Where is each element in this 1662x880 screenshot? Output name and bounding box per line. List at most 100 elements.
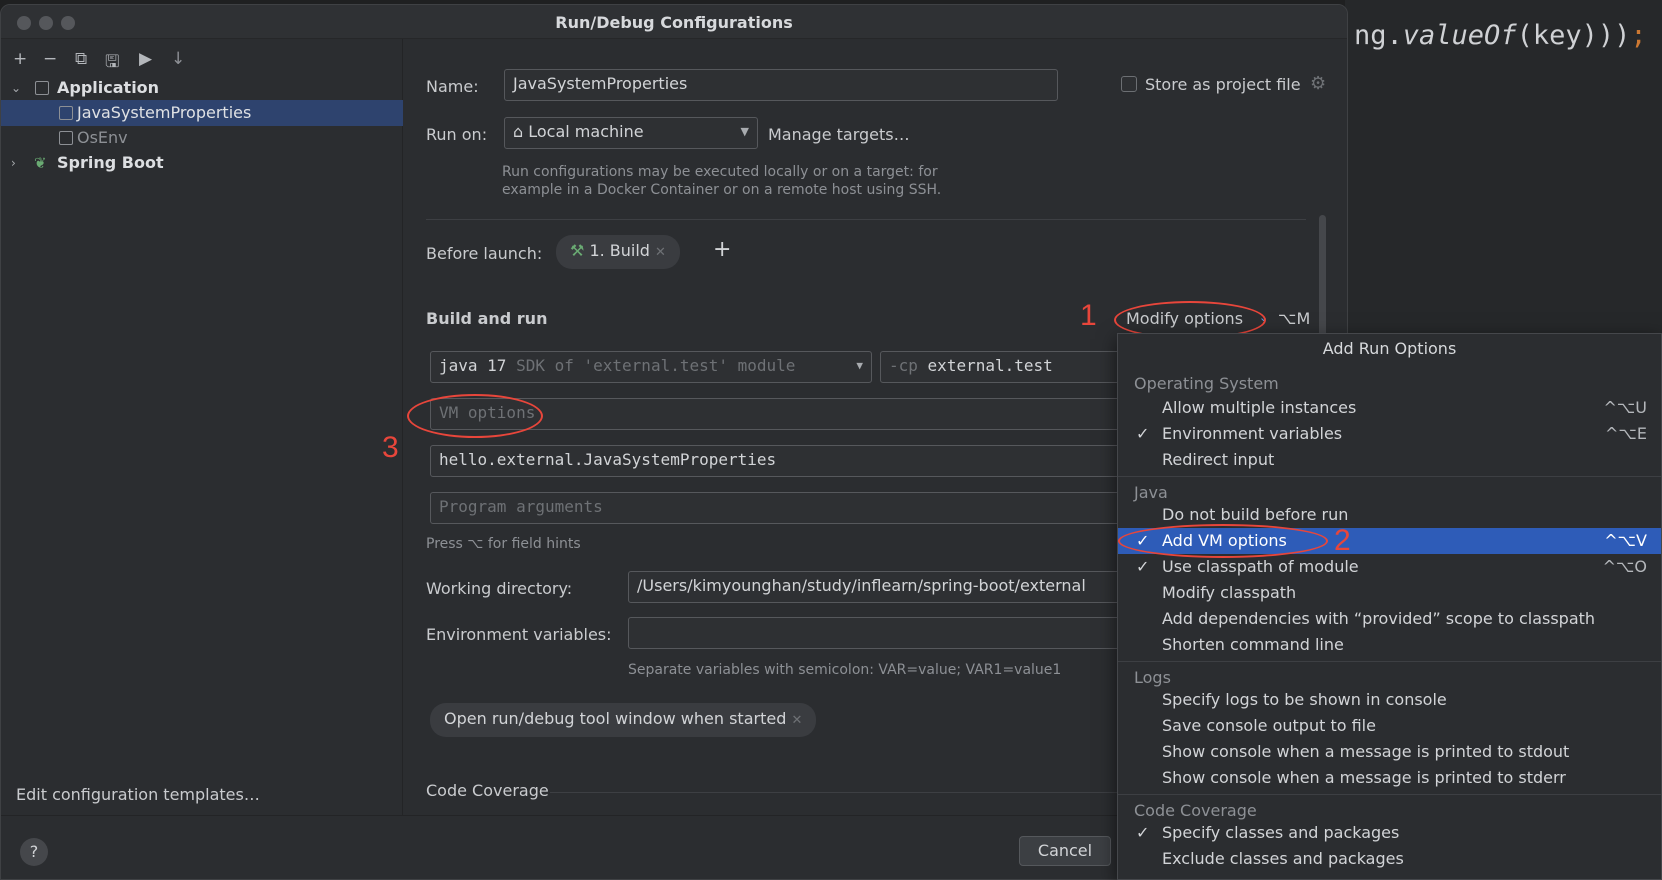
copy-configuration-button[interactable]: ⧉ <box>75 49 87 69</box>
open-tool-window-chip[interactable]: Open run/debug tool window when started … <box>430 703 817 737</box>
tree-item-spring-boot[interactable]: › ❦ Spring Boot <box>1 150 403 176</box>
run-on-hint-line2: example in a Docker Container or on a re… <box>502 182 942 198</box>
option-allow-multiple-instances[interactable]: Allow multiple instances ^⌥U <box>1118 395 1661 421</box>
option-environment-variables[interactable]: ✓ Environment variables ^⌥E <box>1118 421 1661 447</box>
store-as-project-file-checkbox[interactable] <box>1121 76 1137 92</box>
name-input[interactable]: JavaSystemProperties <box>504 69 1058 101</box>
option-show-console-stdout[interactable]: Show console when a message is printed t… <box>1118 739 1661 765</box>
option-save-console-output[interactable]: Save console output to file <box>1118 713 1661 739</box>
add-configuration-button[interactable]: + <box>13 49 27 69</box>
option-label: Save console output to file <box>1162 716 1376 735</box>
annotation-ring-3 <box>407 394 543 438</box>
option-redirect-input[interactable]: Redirect input <box>1118 447 1661 473</box>
manage-targets-link[interactable]: Manage targets… <box>768 125 910 144</box>
code-coverage-heading: Code Coverage <box>426 781 549 800</box>
group-heading-code-coverage: Code Coverage <box>1134 801 1257 820</box>
tree-item-osenv[interactable]: OsEnv <box>1 125 403 151</box>
option-label: Use classpath of module <box>1162 557 1359 576</box>
option-show-console-stderr[interactable]: Show console when a message is printed t… <box>1118 765 1661 791</box>
option-shorten-command-line[interactable]: Shorten command line <box>1118 632 1661 658</box>
close-icon[interactable]: ✕ <box>791 713 802 728</box>
chevron-down-icon: ▼ <box>740 125 749 138</box>
tree-item-label: OsEnv <box>77 128 128 147</box>
name-label: Name: <box>426 77 479 96</box>
divider <box>1118 794 1661 795</box>
dialog-title: Run/Debug Configurations <box>555 13 793 32</box>
run-on-label: Run on: <box>426 125 488 144</box>
edit-configuration-templates-link[interactable]: Edit configuration templates… <box>16 785 260 804</box>
sdk-dropdown[interactable]: java 17 SDK of 'external.test' module ▼ <box>430 351 872 383</box>
program-arguments-input[interactable]: Program arguments <box>430 492 1120 524</box>
option-label: Environment variables <box>1162 424 1343 443</box>
environment-variables-label: Environment variables: <box>426 625 612 644</box>
checkmark-icon: ✓ <box>1136 823 1150 842</box>
option-shortcut: ^⌥E <box>1605 424 1647 443</box>
home-icon: ⌂ <box>513 122 529 141</box>
divider <box>1118 661 1661 662</box>
option-shortcut: ^⌥U <box>1603 398 1647 417</box>
option-use-classpath-of-module[interactable]: ✓ Use classpath of module ^⌥O <box>1118 554 1661 580</box>
add-run-options-popup: Add Run Options Operating System Allow m… <box>1117 333 1662 880</box>
classpath-module-field[interactable]: -cp external.test <box>880 351 1120 383</box>
application-config-icon <box>59 106 73 120</box>
option-label: Show console when a message is printed t… <box>1162 768 1566 787</box>
option-shortcut: ^⌥O <box>1602 557 1647 576</box>
remove-configuration-button[interactable]: − <box>43 49 57 69</box>
option-label: Shorten command line <box>1162 635 1344 654</box>
annotation-number-3: 3 <box>382 431 399 464</box>
option-exclude-classes-packages[interactable]: Exclude classes and packages <box>1118 846 1661 872</box>
group-heading-java: Java <box>1134 483 1168 502</box>
environment-variables-hint: Separate variables with semicolon: VAR=v… <box>628 662 1062 678</box>
option-label: Exclude classes and packages <box>1162 849 1404 868</box>
close-icon[interactable]: ✕ <box>655 245 666 260</box>
tree-item-label: Application <box>57 78 160 97</box>
option-label: Modify classpath <box>1162 583 1297 602</box>
move-to-folder-button[interactable]: ▶ <box>139 49 152 69</box>
store-as-project-file-label: Store as project file <box>1145 75 1301 94</box>
option-specify-logs[interactable]: Specify logs to be shown in console <box>1118 687 1661 713</box>
working-directory-input[interactable]: /Users/kimyounghan/study/inflearn/spring… <box>628 571 1120 603</box>
application-config-icon <box>59 131 73 145</box>
build-task-chip[interactable]: ⚒ 1. Build ✕ <box>556 235 680 269</box>
application-icon <box>35 81 49 95</box>
option-specify-classes-packages[interactable]: ✓ Specify classes and packages <box>1118 820 1661 846</box>
option-label: Specify logs to be shown in console <box>1162 690 1447 709</box>
option-modify-classpath[interactable]: Modify classpath <box>1118 580 1661 606</box>
field-hints-text: Press ⌥ for field hints <box>426 536 581 552</box>
main-class-input[interactable]: hello.external.JavaSystemProperties <box>430 445 1120 477</box>
code-line: ng.valueOf(key))); <box>1354 20 1647 51</box>
spring-boot-icon: ❦ <box>34 154 47 172</box>
chevron-right-icon[interactable]: › <box>11 150 16 176</box>
dialog-titlebar: Run/Debug Configurations <box>1 5 1347 39</box>
tree-item-javasystemproperties[interactable]: JavaSystemProperties <box>1 100 403 126</box>
run-on-dropdown[interactable]: ⌂ Local machine ▼ <box>504 117 758 149</box>
option-label: Redirect input <box>1162 450 1275 469</box>
help-button[interactable]: ? <box>20 838 48 866</box>
group-heading-operating-system: Operating System <box>1134 374 1279 393</box>
option-label: Show console when a message is printed t… <box>1162 742 1570 761</box>
run-on-hint-line1: Run configurations may be executed local… <box>502 164 938 180</box>
chevron-down-icon[interactable]: ⌄ <box>11 75 21 101</box>
divider <box>426 219 1306 220</box>
sort-configurations-button[interactable]: ↓ <box>171 49 185 69</box>
checkmark-icon: ✓ <box>1136 424 1150 443</box>
save-configuration-button[interactable]: 🖫 <box>105 49 119 78</box>
option-label: Specify classes and packages <box>1162 823 1400 842</box>
popup-title: Add Run Options <box>1322 339 1457 358</box>
environment-variables-input[interactable] <box>628 617 1120 649</box>
option-shortcut: ^⌥V <box>1604 531 1647 550</box>
modify-options-shortcut: ⌥M <box>1278 309 1311 328</box>
option-label: Add dependencies with “provided” scope t… <box>1162 609 1596 628</box>
annotation-number-1: 1 <box>1080 299 1097 332</box>
before-launch-label: Before launch: <box>426 244 543 263</box>
gear-icon[interactable]: ⚙ <box>1310 73 1326 94</box>
build-and-run-heading: Build and run <box>426 309 548 328</box>
add-before-launch-button[interactable]: + <box>713 237 731 262</box>
working-directory-label: Working directory: <box>426 579 573 598</box>
tree-item-application[interactable]: ⌄ Application <box>1 75 403 101</box>
chevron-down-icon: ▼ <box>856 359 863 372</box>
cancel-button[interactable]: Cancel <box>1019 836 1111 866</box>
divider <box>550 792 1120 793</box>
option-add-provided-dependencies[interactable]: Add dependencies with “provided” scope t… <box>1118 606 1661 632</box>
hammer-icon: ⚒ <box>570 241 590 260</box>
